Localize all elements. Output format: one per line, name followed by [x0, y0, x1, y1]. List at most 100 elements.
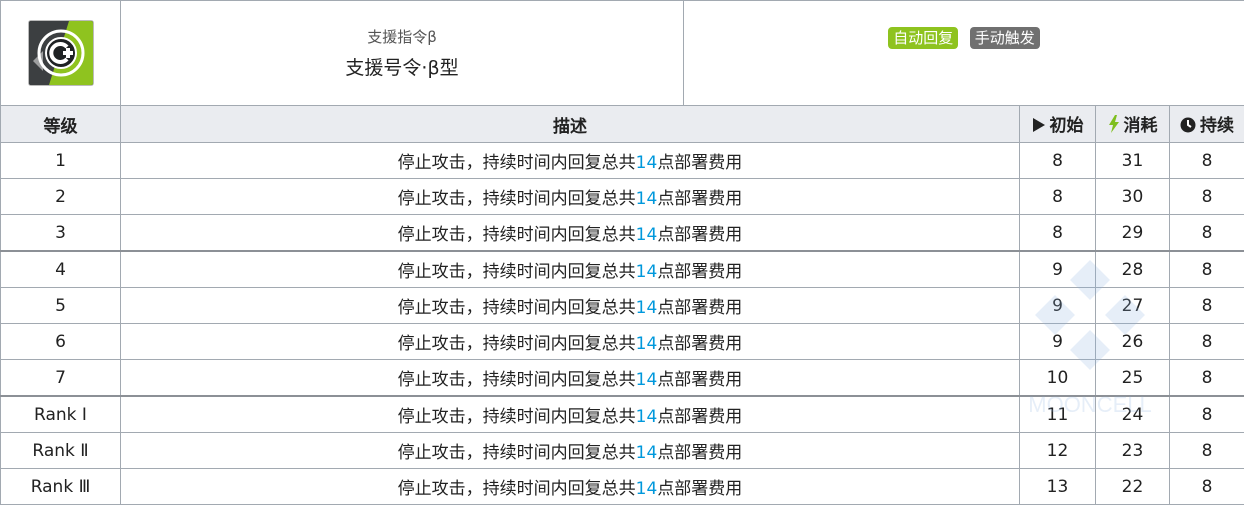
row-initial: 8 — [1020, 179, 1096, 215]
row-level: 5 — [1, 288, 121, 324]
desc-text: 点部署费用 — [657, 225, 742, 245]
desc-text: 点部署费用 — [657, 189, 742, 209]
skill-subtitle: 支援指令β — [121, 26, 683, 47]
support-command-icon — [29, 21, 93, 85]
row-initial: 13 — [1020, 469, 1096, 505]
row-initial: 11 — [1020, 396, 1096, 433]
row-duration: 8 — [1170, 179, 1244, 215]
row-initial: 12 — [1020, 433, 1096, 469]
table-row: 3 停止攻击，持续时间内回复总共14点部署费用 8 29 8 — [1, 215, 1244, 252]
row-duration: 8 — [1170, 251, 1244, 288]
table-row: Rank Ⅰ 停止攻击，持续时间内回复总共14点部署费用 11 24 8 — [1, 396, 1244, 433]
desc-text: 停止攻击，持续时间内回复总共 — [398, 443, 636, 463]
row-desc: 停止攻击，持续时间内回复总共14点部署费用 — [121, 360, 1020, 397]
row-level: 1 — [1, 143, 121, 179]
row-desc: 停止攻击，持续时间内回复总共14点部署费用 — [121, 469, 1020, 505]
desc-text: 点部署费用 — [657, 479, 742, 499]
manual-trigger-badge: 手动触发 — [970, 27, 1040, 49]
row-cost: 24 — [1096, 396, 1170, 433]
row-initial: 9 — [1020, 288, 1096, 324]
row-initial: 9 — [1020, 251, 1096, 288]
row-duration: 8 — [1170, 288, 1244, 324]
desc-text: 停止攻击，持续时间内回复总共 — [398, 370, 636, 390]
play-icon — [1032, 117, 1046, 138]
row-level: 3 — [1, 215, 121, 252]
row-cost: 26 — [1096, 324, 1170, 360]
row-duration: 8 — [1170, 360, 1244, 397]
table-row: Rank Ⅱ 停止攻击，持续时间内回复总共14点部署费用 12 23 8 — [1, 433, 1244, 469]
desc-text: 点部署费用 — [657, 334, 742, 354]
desc-text: 点部署费用 — [657, 370, 742, 390]
desc-value: 14 — [636, 153, 658, 173]
header-cost-label: 消耗 — [1124, 116, 1158, 136]
row-initial: 9 — [1020, 324, 1096, 360]
table-row: 2 停止攻击，持续时间内回复总共14点部署费用 8 30 8 — [1, 179, 1244, 215]
desc-value: 14 — [636, 189, 658, 209]
table-row: 7 停止攻击，持续时间内回复总共14点部署费用 10 25 8 — [1, 360, 1244, 397]
header-initial-label: 初始 — [1050, 116, 1084, 136]
row-cost: 30 — [1096, 179, 1170, 215]
header-cost: 消耗 — [1096, 106, 1170, 143]
skill-icon-cell — [1, 1, 121, 106]
desc-value: 14 — [636, 298, 658, 318]
row-cost: 31 — [1096, 143, 1170, 179]
desc-text: 停止攻击，持续时间内回复总共 — [398, 334, 636, 354]
desc-value: 14 — [636, 225, 658, 245]
row-cost: 23 — [1096, 433, 1170, 469]
desc-text: 停止攻击，持续时间内回复总共 — [398, 479, 636, 499]
clock-icon — [1180, 117, 1196, 138]
desc-text: 停止攻击，持续时间内回复总共 — [398, 225, 636, 245]
table-row: 4 停止攻击，持续时间内回复总共14点部署费用 9 28 8 — [1, 251, 1244, 288]
row-duration: 8 — [1170, 469, 1244, 505]
header-desc: 描述 — [121, 106, 1020, 143]
row-duration: 8 — [1170, 143, 1244, 179]
row-desc: 停止攻击，持续时间内回复总共14点部署费用 — [121, 396, 1020, 433]
skill-name-cell: 支援指令β 支援号令·β型 — [121, 1, 684, 106]
table-header-row: 等级 描述 初始 消耗 持续 — [1, 106, 1244, 143]
row-level: 7 — [1, 360, 121, 397]
desc-text: 点部署费用 — [657, 407, 742, 427]
skill-name: 支援号令·β型 — [121, 53, 683, 80]
desc-value: 14 — [636, 334, 658, 354]
row-desc: 停止攻击，持续时间内回复总共14点部署费用 — [121, 143, 1020, 179]
skill-info-row: 支援指令β 支援号令·β型 自动回复 手动触发 — [1, 1, 1244, 106]
row-desc: 停止攻击，持续时间内回复总共14点部署费用 — [121, 251, 1020, 288]
desc-value: 14 — [636, 370, 658, 390]
skill-table: 支援指令β 支援号令·β型 自动回复 手动触发 等级 描述 初始 消耗 持续 1… — [0, 0, 1244, 505]
row-cost: 28 — [1096, 251, 1170, 288]
row-initial: 8 — [1020, 143, 1096, 179]
table-row: 6 停止攻击，持续时间内回复总共14点部署费用 9 26 8 — [1, 324, 1244, 360]
desc-text: 停止攻击，持续时间内回复总共 — [398, 189, 636, 209]
row-level: 4 — [1, 251, 121, 288]
header-duration: 持续 — [1170, 106, 1244, 143]
row-cost: 22 — [1096, 469, 1170, 505]
row-cost: 27 — [1096, 288, 1170, 324]
desc-value: 14 — [636, 443, 658, 463]
row-level: Rank Ⅱ — [1, 433, 121, 469]
row-duration: 8 — [1170, 324, 1244, 360]
table-row: 1 停止攻击，持续时间内回复总共14点部署费用 8 31 8 — [1, 143, 1244, 179]
skill-table-container: 支援指令β 支援号令·β型 自动回复 手动触发 等级 描述 初始 消耗 持续 1… — [0, 0, 1244, 479]
desc-text: 点部署费用 — [657, 153, 742, 173]
desc-text: 停止攻击，持续时间内回复总共 — [398, 262, 636, 282]
row-desc: 停止攻击，持续时间内回复总共14点部署费用 — [121, 179, 1020, 215]
row-initial: 10 — [1020, 360, 1096, 397]
desc-text: 停止攻击，持续时间内回复总共 — [398, 407, 636, 427]
desc-text: 点部署费用 — [657, 443, 742, 463]
desc-text: 停止攻击，持续时间内回复总共 — [398, 153, 636, 173]
row-cost: 29 — [1096, 215, 1170, 252]
row-desc: 停止攻击，持续时间内回复总共14点部署费用 — [121, 433, 1020, 469]
row-cost: 25 — [1096, 360, 1170, 397]
header-duration-label: 持续 — [1200, 116, 1234, 136]
desc-text: 停止攻击，持续时间内回复总共 — [398, 298, 636, 318]
desc-text: 点部署费用 — [657, 298, 742, 318]
header-level: 等级 — [1, 106, 121, 143]
row-duration: 8 — [1170, 433, 1244, 469]
skill-badges-cell: 自动回复 手动触发 — [684, 1, 1244, 106]
table-row: 5 停止攻击，持续时间内回复总共14点部署费用 9 27 8 — [1, 288, 1244, 324]
row-desc: 停止攻击，持续时间内回复总共14点部署费用 — [121, 215, 1020, 252]
row-level: 6 — [1, 324, 121, 360]
desc-value: 14 — [636, 479, 658, 499]
desc-value: 14 — [636, 262, 658, 282]
lightning-icon — [1108, 115, 1120, 138]
